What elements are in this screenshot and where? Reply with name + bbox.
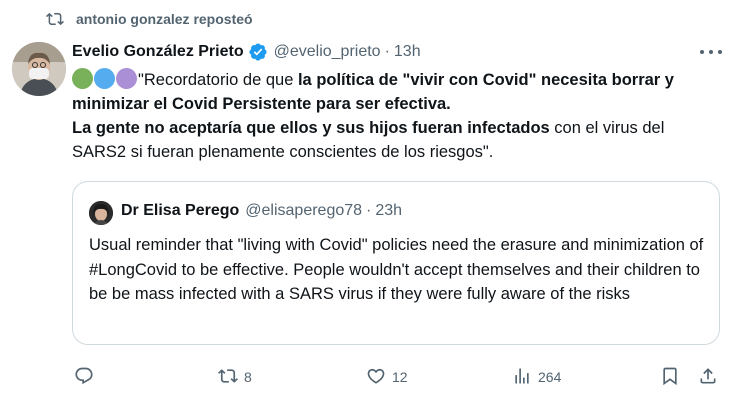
repost-label[interactable]: antonio gonzalez reposteó	[76, 11, 253, 27]
retweet-icon	[218, 366, 238, 389]
retweet-button[interactable]: 8	[218, 360, 252, 394]
author-handle[interactable]: @evelio_prieto	[274, 43, 381, 61]
repost-icon	[46, 9, 66, 29]
quote-timestamp[interactable]: 23h	[375, 202, 402, 220]
like-icon	[366, 366, 386, 389]
separator: ·	[384, 43, 390, 60]
quote-avatar[interactable]	[89, 201, 113, 225]
avatar[interactable]	[12, 42, 66, 96]
green-circle-emoji	[72, 68, 93, 89]
like-count: 12	[392, 369, 408, 385]
bookmark-button[interactable]	[660, 360, 680, 394]
quoted-tweet[interactable]: Dr Elisa Perego @elisaperego78 · 23h Usu…	[72, 181, 720, 345]
reply-button[interactable]	[74, 360, 94, 394]
tweet-header: Evelio González Prieto @evelio_prieto · …	[72, 41, 421, 63]
action-bar: 8 12 264	[0, 360, 740, 394]
blue-circle-emoji	[94, 68, 115, 89]
quote-text: Usual reminder that "living with Covid" …	[89, 236, 704, 303]
share-button[interactable]	[698, 360, 718, 394]
like-button[interactable]: 12	[366, 360, 408, 394]
verified-badge-icon	[248, 42, 268, 62]
text-part-1: "Recordatorio de que	[138, 71, 298, 89]
text-part-3: La gente no aceptaría que ellos y sus hi…	[72, 119, 550, 137]
tweet-text: "Recordatorio de que la política de "viv…	[72, 68, 712, 164]
quote-separator: ·	[366, 202, 372, 219]
views-icon	[512, 366, 532, 389]
timestamp[interactable]: 13h	[394, 43, 421, 61]
quote-header: Dr Elisa Perego @elisaperego78 · 23h	[121, 202, 402, 220]
reply-icon	[74, 366, 94, 389]
share-icon	[698, 366, 718, 389]
bookmark-icon	[660, 366, 680, 389]
retweet-count: 8	[244, 369, 252, 385]
repost-header: antonio gonzalez reposteó	[46, 9, 253, 29]
views-button[interactable]: 264	[512, 360, 561, 394]
author-name[interactable]: Evelio González Prieto	[72, 43, 244, 61]
quote-author-handle[interactable]: @elisaperego78	[245, 202, 362, 220]
quote-author-name[interactable]: Dr Elisa Perego	[121, 202, 239, 220]
purple-circle-emoji	[116, 68, 137, 89]
more-icon[interactable]	[700, 44, 722, 60]
views-count: 264	[538, 369, 562, 385]
